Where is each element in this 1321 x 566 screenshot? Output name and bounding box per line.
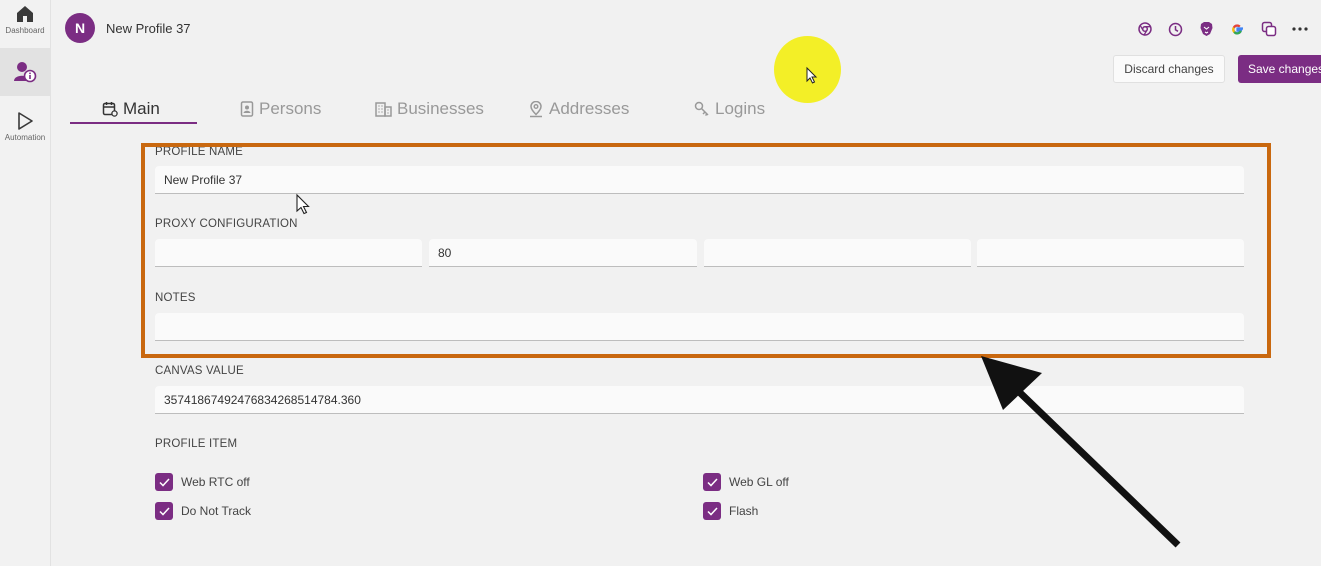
key-icon — [694, 101, 709, 116]
proxy-configuration-label: PROXY CONFIGURATION — [155, 218, 298, 230]
sidebar-item-label: Dashboard — [5, 26, 45, 35]
check-icon — [158, 506, 170, 516]
sidebar: Dashboard Automation — [0, 0, 51, 566]
tab-label: Businesses — [397, 99, 484, 118]
checkbox-label: Web GL off — [729, 475, 789, 489]
chrome-icon[interactable] — [1133, 19, 1156, 39]
notes-label: NOTES — [155, 292, 196, 304]
check-icon — [706, 477, 718, 487]
page-title: New Profile 37 — [106, 21, 191, 36]
webgl-off-checkbox-row[interactable]: Web GL off — [703, 473, 789, 491]
profile-item-label: PROFILE ITEM — [155, 438, 238, 450]
checkbox-checked[interactable] — [703, 502, 721, 520]
google-icon[interactable] — [1226, 19, 1249, 39]
tab-logins[interactable]: Logins — [694, 94, 765, 124]
canvas-value-input[interactable]: 357418674924768342685147​84.360 — [155, 386, 1244, 414]
id-badge-icon — [240, 101, 254, 117]
notes-input[interactable] — [155, 313, 1244, 341]
check-icon — [158, 477, 170, 487]
proxy-port-input[interactable]: 80 — [429, 239, 697, 267]
sidebar-item-label: Automation — [4, 133, 46, 142]
more-icon[interactable] — [1288, 19, 1311, 39]
copy-icon[interactable] — [1257, 19, 1280, 39]
tab-label: Logins — [715, 99, 766, 118]
tab-label: Main — [123, 99, 160, 118]
check-icon — [706, 506, 718, 516]
active-tab-indicator — [70, 122, 197, 124]
tab-persons[interactable]: Persons — [240, 94, 321, 124]
browser-toolbar — [1133, 19, 1311, 39]
proxy-host-input[interactable] — [155, 239, 422, 267]
discard-changes-button[interactable]: Discard changes — [1113, 55, 1225, 83]
checkbox-label: Flash — [729, 504, 759, 518]
checkbox-checked[interactable] — [155, 473, 173, 491]
save-changes-button[interactable]: Save changes — [1238, 55, 1321, 83]
proxy-password-input[interactable] — [977, 239, 1244, 267]
tab-businesses[interactable]: Businesses — [375, 94, 484, 124]
proxy-username-input[interactable] — [704, 239, 971, 267]
tab-label: Persons — [259, 99, 322, 118]
home-icon — [17, 6, 33, 22]
calendar-settings-icon — [102, 102, 118, 117]
cursor-highlight — [774, 36, 841, 103]
sidebar-item-dashboard[interactable]: Dashboard — [0, 4, 50, 44]
tab-main[interactable]: Main — [102, 94, 160, 124]
avatar[interactable]: N — [65, 13, 95, 43]
checkbox-label: Do Not Track — [181, 504, 252, 518]
brave-icon[interactable] — [1195, 19, 1218, 39]
play-icon — [18, 112, 33, 130]
history-icon[interactable] — [1164, 19, 1187, 39]
canvas-value-label: CANVAS VALUE — [155, 365, 244, 377]
sidebar-item-profiles[interactable] — [0, 48, 50, 96]
sidebar-item-automation[interactable]: Automation — [0, 111, 50, 151]
checkbox-checked[interactable] — [703, 473, 721, 491]
flash-checkbox-row[interactable]: Flash — [703, 502, 758, 520]
webrtc-off-checkbox-row[interactable]: Web RTC off — [155, 473, 250, 491]
map-pin-icon — [530, 100, 542, 117]
profile-name-input[interactable]: New Profile 37 — [155, 166, 1244, 194]
profile-name-label: PROFILE NAME — [155, 146, 244, 158]
do-not-track-checkbox-row[interactable]: Do Not Track — [155, 502, 251, 520]
building-icon — [375, 102, 392, 117]
tab-label: Addresses — [549, 99, 630, 118]
checkbox-checked[interactable] — [155, 502, 173, 520]
checkbox-label: Web RTC off — [181, 475, 250, 489]
profile-info-icon — [14, 62, 37, 83]
tab-addresses[interactable]: Addresses — [528, 94, 629, 124]
